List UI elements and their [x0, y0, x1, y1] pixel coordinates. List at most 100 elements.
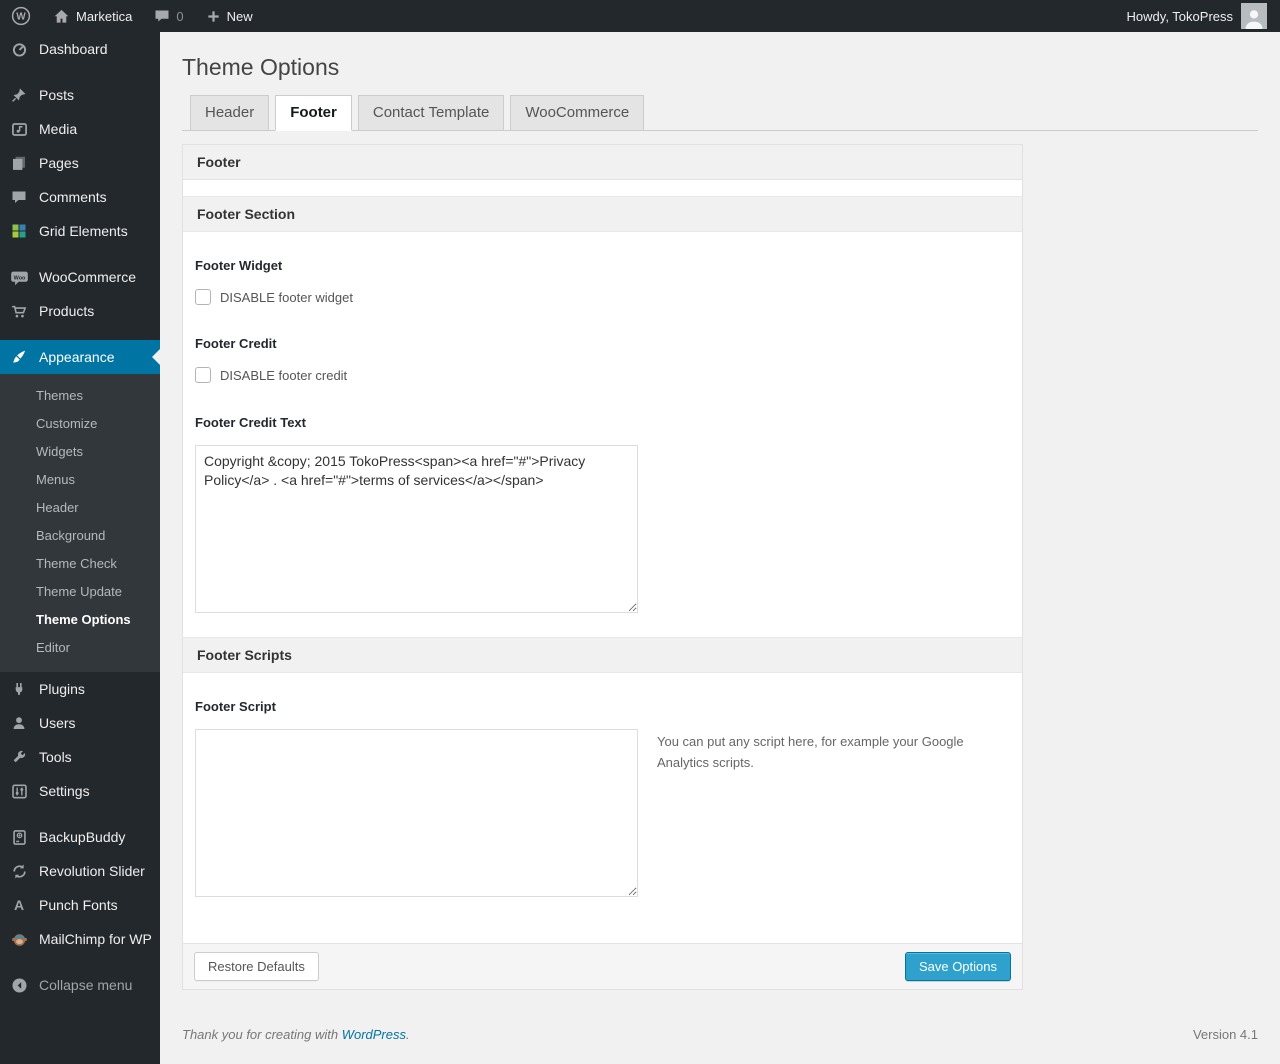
menu-separator [0, 328, 160, 340]
tab-bar: Header Footer Contact Template WooCommer… [182, 95, 1258, 131]
restore-defaults-button[interactable]: Restore Defaults [194, 952, 319, 981]
submenu-item-customize[interactable]: Customize [0, 410, 160, 438]
footer-script-textarea[interactable] [195, 729, 638, 897]
sliders-icon [9, 781, 29, 801]
submenu-item-theme-update[interactable]: Theme Update [0, 578, 160, 606]
disable-footer-widget-label: DISABLE footer widget [220, 289, 353, 305]
tab-woocommerce[interactable]: WooCommerce [510, 95, 645, 131]
page-footer: Thank you for creating with WordPress. V… [182, 1027, 1258, 1042]
sidebar-item-punch-fonts[interactable]: A Punch Fonts [0, 888, 160, 922]
footer-script-label: Footer Script [195, 699, 276, 714]
cart-icon [9, 301, 29, 321]
disable-footer-credit-checkbox[interactable] [195, 367, 211, 383]
sidebar-item-mailchimp[interactable]: MailChimp for WP [0, 922, 160, 956]
sidebar-item-settings[interactable]: Settings [0, 774, 160, 808]
admin-sidebar: Dashboard Posts Media Pages Comments Gri… [0, 32, 160, 1064]
sidebar-item-pages[interactable]: Pages [0, 146, 160, 180]
submenu-item-background[interactable]: Background [0, 522, 160, 550]
plus-icon [206, 9, 221, 24]
tab-footer[interactable]: Footer [275, 95, 352, 131]
submenu-item-header[interactable]: Header [0, 494, 160, 522]
section-title-footer-section: Footer Section [183, 196, 1022, 232]
submenu-item-themes[interactable]: Themes [0, 382, 160, 410]
sidebar-item-dashboard[interactable]: Dashboard [0, 32, 160, 66]
thanks-prefix: Thank you for creating with [182, 1027, 339, 1042]
pushpin-icon [9, 85, 29, 105]
sidebar-item-woocommerce[interactable]: Woo WooCommerce [0, 260, 160, 294]
thanks-suffix: . [406, 1027, 410, 1042]
sidebar-item-backupbuddy[interactable]: BackupBuddy [0, 820, 160, 854]
account-menu[interactable]: Howdy, TokoPress [1127, 3, 1280, 29]
panel-title: Footer [183, 145, 1022, 180]
new-label: New [226, 8, 253, 24]
site-name-label: Marketica [76, 8, 133, 24]
sidebar-item-posts[interactable]: Posts [0, 78, 160, 112]
grid-pinwheel-icon [9, 221, 29, 241]
submenu-item-theme-check[interactable]: Theme Check [0, 550, 160, 578]
footer-scripts-fields: Footer Script You can put any script her… [183, 699, 1022, 943]
main-content: Theme Options Header Footer Contact Temp… [160, 32, 1280, 1042]
letter-a-icon: A [13, 897, 25, 913]
submenu-item-editor[interactable]: Editor [0, 634, 160, 662]
footer-script-help-text: You can put any script here, for example… [657, 734, 964, 771]
sidebar-item-revolution-slider[interactable]: Revolution Slider [0, 854, 160, 888]
sidebar-item-users[interactable]: Users [0, 706, 160, 740]
version-label: Version 4.1 [1192, 1027, 1258, 1042]
menu-separator [0, 956, 160, 968]
footer-credit-text-label: Footer Credit Text [195, 415, 306, 430]
sidebar-item-grid-elements[interactable]: Grid Elements [0, 214, 160, 248]
sidebar-item-tools[interactable]: Tools [0, 740, 160, 774]
wp-logo-button[interactable]: W [0, 0, 42, 32]
footer-widget-checkbox-row[interactable]: DISABLE footer widget [195, 289, 1010, 305]
menu-separator [0, 808, 160, 820]
paint-brush-icon [9, 347, 29, 367]
wordpress-logo-icon: W [11, 6, 31, 26]
menu-separator [0, 248, 160, 260]
new-content-menu[interactable]: New [195, 0, 264, 32]
disable-footer-credit-label: DISABLE footer credit [220, 367, 348, 383]
wordpress-link[interactable]: WordPress [342, 1027, 406, 1042]
admin-bar-left: W Marketica 0 New [0, 0, 264, 32]
tab-header[interactable]: Header [190, 95, 270, 131]
collapse-arrow-icon [9, 975, 29, 995]
comments-menu[interactable]: 0 [143, 0, 194, 32]
disable-footer-widget-checkbox[interactable] [195, 289, 211, 305]
menu-separator [0, 66, 160, 78]
howdy-label: Howdy, TokoPress [1126, 8, 1233, 24]
svg-text:W: W [16, 12, 26, 23]
submenu-item-theme-options[interactable]: Theme Options [0, 606, 160, 634]
sidebar-item-comments[interactable]: Comments [0, 180, 160, 214]
save-options-button[interactable]: Save Options [904, 952, 1011, 981]
footer-credit-text-textarea[interactable]: Copyright &copy; 2015 TokoPress<span><a … [195, 445, 638, 613]
page-title: Theme Options [182, 54, 340, 80]
collapse-menu-button[interactable]: Collapse menu [0, 968, 160, 1002]
footer-widget-label: Footer Widget [195, 258, 283, 273]
sidebar-item-appearance[interactable]: Appearance [0, 340, 160, 374]
dashboard-gauge-icon [9, 39, 29, 59]
site-name-menu[interactable]: Marketica [42, 0, 143, 32]
sidebar-item-products[interactable]: Products [0, 294, 160, 328]
svg-text:Woo: Woo [13, 275, 25, 281]
footer-credit-checkbox-row[interactable]: DISABLE footer credit [195, 367, 1010, 383]
wrench-icon [9, 747, 29, 767]
footer-script-row: You can put any script here, for example… [195, 714, 1010, 897]
panel-action-bar: Restore Defaults Save Options [183, 943, 1022, 989]
media-icon [9, 119, 29, 139]
submenu-item-widgets[interactable]: Widgets [0, 438, 160, 466]
mailchimp-monkey-icon [9, 929, 29, 949]
tab-contact-template[interactable]: Contact Template [357, 95, 505, 131]
sidebar-item-media[interactable]: Media [0, 112, 160, 146]
user-icon [9, 713, 29, 733]
backup-drive-icon [9, 827, 29, 847]
sidebar-item-plugins[interactable]: Plugins [0, 672, 160, 706]
home-icon [53, 8, 70, 25]
avatar [1241, 3, 1267, 29]
submenu-item-menus[interactable]: Menus [0, 466, 160, 494]
footer-section-fields: Footer Widget DISABLE footer widget Foot… [183, 258, 1022, 637]
plugin-icon [9, 679, 29, 699]
panel-gap [183, 180, 1022, 196]
options-panel: Footer Footer Section Footer Widget DISA… [182, 144, 1023, 990]
admin-bar: W Marketica 0 New Howdy, TokoPress [0, 0, 1280, 32]
